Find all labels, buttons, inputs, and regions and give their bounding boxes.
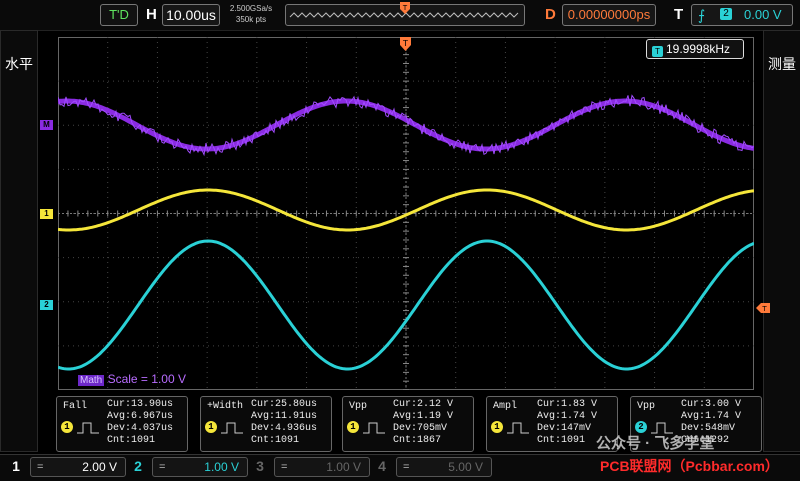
- frequency-value: 19.9998kHz: [666, 42, 730, 56]
- channel-4-button[interactable]: 4: [374, 457, 390, 475]
- measurement-count: Cnt:1091: [251, 435, 299, 446]
- channel-1-button[interactable]: 1: [8, 457, 24, 475]
- measurement-box[interactable]: Vpp 1 Cur:2.12 V Avg:1.19 V Dev:705mV Cnt:186…: [342, 396, 474, 452]
- right-side-panel[interactable]: 测量: [763, 30, 800, 452]
- channel-scale: 2.00 V: [82, 458, 117, 476]
- measurement-type-icon: [75, 419, 101, 437]
- measurement-average: Avg:1.74 V: [537, 411, 597, 422]
- channel-1-scale-box[interactable]: = 2.00 V: [30, 457, 126, 477]
- measurement-type-icon: [505, 419, 531, 437]
- trigger-source-badge: 2: [720, 8, 732, 20]
- measurement-current: Cur:25.80us: [251, 399, 317, 410]
- channel-2-scale-box[interactable]: = 1.00 V: [152, 457, 248, 477]
- measurement-type-icon: [361, 419, 387, 437]
- measurement-name: Fall: [63, 401, 87, 412]
- acquisition-info: 2.500GSa/s 350k pts: [222, 3, 280, 25]
- measurement-current: Cur:1.83 V: [537, 399, 597, 410]
- measurement-count: Cnt:1091: [107, 435, 155, 446]
- trigger-time-marker[interactable]: T: [400, 37, 411, 51]
- svg-text:T: T: [402, 4, 408, 12]
- rising-edge-icon: ⨍: [698, 5, 705, 25]
- measurement-name: +Width: [207, 401, 243, 412]
- coupling-icon: =: [159, 458, 165, 476]
- left-side-panel[interactable]: 水平: [0, 30, 38, 452]
- measure-menu-label[interactable]: 测量: [764, 55, 800, 73]
- measurement-current: Cur:3.00 V: [681, 399, 741, 410]
- memory-depth: 350k pts: [222, 14, 280, 25]
- channel-scale: 5.00 V: [448, 458, 483, 476]
- trigger-label: T: [674, 6, 683, 23]
- trigger-position-icon[interactable]: T: [400, 1, 410, 13]
- measurement-current: Cur:2.12 V: [393, 399, 453, 410]
- horizontal-label: H: [146, 6, 157, 23]
- channel-scale: 1.00 V: [326, 458, 361, 476]
- measurement-box[interactable]: +Width 1 Cur:25.80us Avg:11.91us Dev:4.936us…: [200, 396, 332, 452]
- measurement-average: Avg:1.19 V: [393, 411, 453, 422]
- channel-3-scale-box[interactable]: = 1.00 V: [274, 457, 370, 477]
- coupling-icon: =: [281, 458, 287, 476]
- horizontal-menu-label[interactable]: 水平: [1, 55, 37, 73]
- measurement-count: Cnt:1867: [393, 435, 441, 446]
- ch1-offset-marker[interactable]: 1: [40, 209, 53, 219]
- delay-value[interactable]: 0.00000000ps: [562, 4, 656, 26]
- frequency-counter[interactable]: T 19.9998kHz: [646, 39, 744, 59]
- measurement-name: Ampl: [493, 401, 517, 412]
- measurement-deviation: Dev:705mV: [393, 423, 447, 434]
- channel-4-scale-box[interactable]: = 5.00 V: [396, 457, 492, 477]
- svg-text:T: T: [761, 305, 767, 313]
- measurement-average: Avg:1.74 V: [681, 411, 741, 422]
- measurement-name: Vpp: [637, 401, 655, 412]
- svg-text:T: T: [402, 39, 408, 48]
- coupling-icon: =: [37, 458, 43, 476]
- trigger-status[interactable]: T'D: [100, 4, 138, 26]
- measurement-deviation: Dev:4.936us: [251, 423, 317, 434]
- channel-scale: 1.00 V: [204, 458, 239, 476]
- measurement-channel-badge: 1: [491, 421, 503, 433]
- trigger-level-marker[interactable]: T: [756, 300, 770, 310]
- math-scale-badge: Math: [78, 375, 104, 386]
- measurement-type-icon: [219, 419, 245, 437]
- ch2-offset-marker[interactable]: 2: [40, 300, 53, 310]
- math-scale-label: Math Scale = 1.00 V: [78, 372, 198, 386]
- math-offset-marker[interactable]: M: [40, 120, 53, 130]
- measurement-channel-badge: 1: [205, 421, 217, 433]
- measurement-channel-badge: 1: [347, 421, 359, 433]
- sample-rate: 2.500GSa/s: [222, 3, 280, 14]
- measurement-box[interactable]: Fall 1 Cur:13.90us Avg:6.967us Dev:4.037us Cn…: [56, 396, 188, 452]
- measurement-average: Avg:6.967us: [107, 411, 173, 422]
- delay-label: D: [545, 6, 556, 23]
- timebase-value[interactable]: 10.00us: [162, 4, 220, 26]
- watermark-wechat: 公众号 · 飞多学堂: [596, 432, 776, 450]
- math-scale-value: Scale = 1.00 V: [108, 372, 186, 386]
- waveform-display[interactable]: [58, 37, 754, 390]
- measurement-deviation: Dev:147mV: [537, 423, 591, 434]
- measurement-average: Avg:11.91us: [251, 411, 317, 422]
- measurement-channel-badge: 1: [61, 421, 73, 433]
- trigger-level: 0.00 V: [744, 5, 782, 25]
- measurement-deviation: Dev:4.037us: [107, 423, 173, 434]
- coupling-icon: =: [403, 458, 409, 476]
- measurement-count: Cnt:1091: [537, 435, 585, 446]
- trigger-settings[interactable]: ⨍ 2 0.00 V: [691, 4, 793, 26]
- channel-2-button[interactable]: 2: [130, 457, 146, 475]
- measurement-current: Cur:13.90us: [107, 399, 173, 410]
- watermark-brand: PCB联盟网（Pcbbar.com）: [600, 456, 796, 476]
- channel-3-button[interactable]: 3: [252, 457, 268, 475]
- counter-icon: T: [652, 46, 663, 57]
- measurement-name: Vpp: [349, 401, 367, 412]
